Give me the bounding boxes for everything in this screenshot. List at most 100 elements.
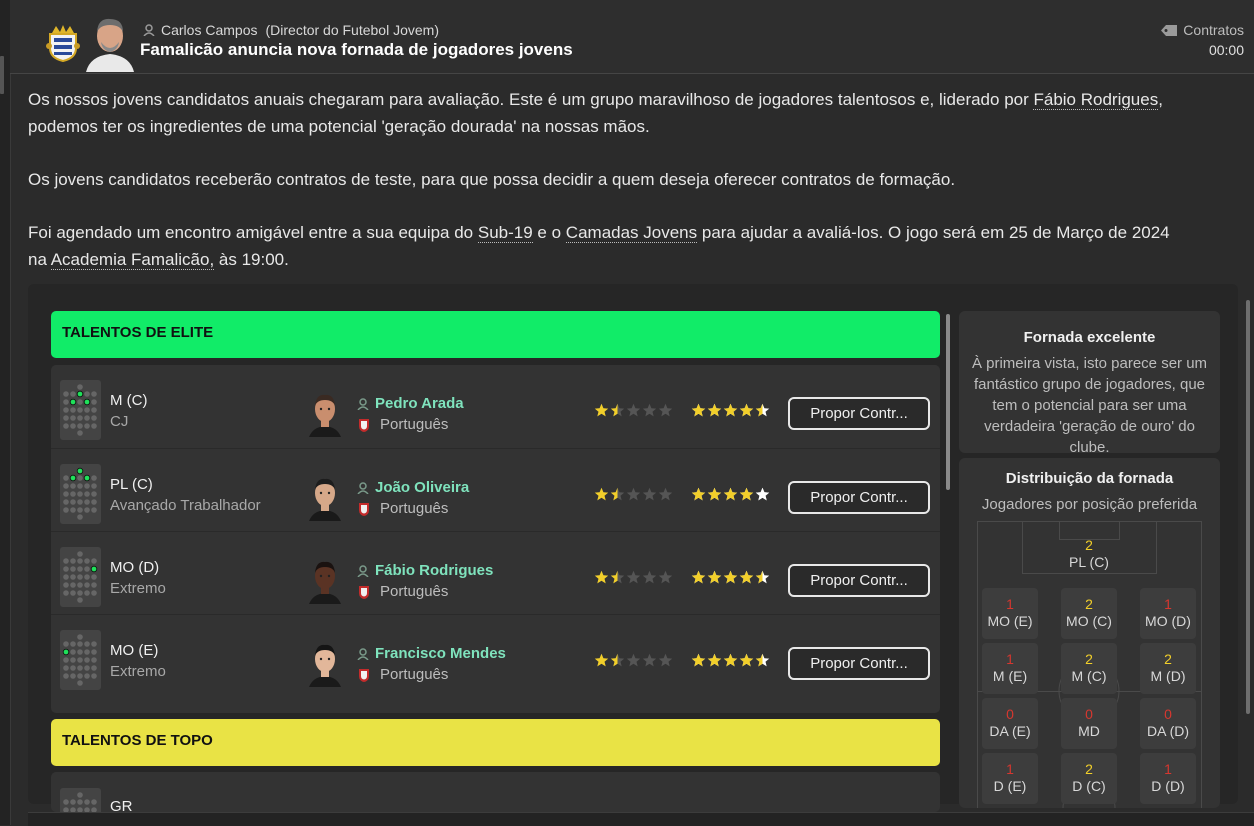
player-row[interactable]: PL (C) Avançado Trabalhador João Oliveir… (51, 448, 940, 532)
portugal-crest-icon (359, 418, 369, 432)
link-fabio-rodrigues[interactable]: Fábio Rodrigues (1033, 90, 1159, 110)
potential-ability-stars (691, 570, 770, 588)
link-sub19[interactable]: Sub-19 (477, 223, 533, 243)
star-icon (594, 403, 609, 417)
star-icon (691, 487, 706, 501)
position-cell[interactable]: 1M (E) (982, 643, 1038, 694)
position-cell[interactable]: 2M (C) (1061, 643, 1117, 694)
potential-ability-stars (691, 653, 770, 671)
position-cell[interactable]: 1D (D) (1140, 753, 1196, 804)
player-name: Fábio Rodrigues (375, 562, 494, 579)
player-position: MO (D) (110, 559, 160, 576)
distribution-subtitle: Jogadores por posição preferida (981, 496, 1198, 513)
player-role: Extremo (110, 580, 166, 597)
position-cell[interactable]: 2 MO (C) (1061, 588, 1117, 639)
player-name: Francisco Mendes (375, 645, 506, 662)
player-position: PL (C) (110, 476, 153, 493)
player-name-link[interactable]: Francisco Mendes (357, 645, 506, 662)
distribution-card: Distribuição da fornada Jogadores por po… (959, 458, 1220, 808)
player-row-partial[interactable]: GR (51, 772, 940, 812)
star-icon (707, 570, 722, 584)
category-tag[interactable]: Contratos (1161, 22, 1244, 38)
star-icon (626, 653, 641, 667)
position-cell[interactable]: 1 MO (D) (1140, 588, 1196, 639)
player-name-link[interactable]: Fábio Rodrigues (357, 562, 493, 579)
star-icon (642, 403, 657, 417)
star-icon (642, 653, 657, 667)
current-ability-stars (594, 653, 673, 671)
message-body: Os nossos jovens candidatos anuais chega… (28, 86, 1228, 299)
player-position: GR (110, 798, 133, 812)
potential-ability-stars (691, 487, 770, 505)
star-icon (610, 403, 625, 417)
star-icon (594, 487, 609, 501)
star-icon (723, 653, 738, 667)
position-cell[interactable]: 1 MO (E) (982, 588, 1038, 639)
portugal-crest-icon (359, 585, 369, 599)
offer-contract-button[interactable]: Propor Contr... (788, 481, 930, 514)
bottom-bar (28, 812, 1254, 826)
summary-text: À primeira vista, isto parece ser um fan… (971, 355, 1208, 453)
position-cell[interactable]: 2M (D) (1140, 643, 1196, 694)
star-icon (739, 487, 754, 501)
player-row[interactable]: MO (E) Extremo Francisco Mendes Portuguê… (51, 614, 940, 698)
star-icon (691, 570, 706, 584)
offer-contract-button[interactable]: Propor Contr... (788, 647, 930, 680)
player-row[interactable]: MO (D) Extremo Fábio Rodrigues Português… (51, 531, 940, 615)
player-nationality: Português (358, 500, 448, 517)
player-face (309, 478, 341, 521)
section-elite-header: TALENTOS DE ELITE (51, 311, 940, 358)
star-icon (723, 403, 738, 417)
distribution-title: Distribuição da fornada (1005, 470, 1174, 487)
list-scrollbar[interactable] (946, 314, 950, 490)
sender-name[interactable]: Carlos Campos (161, 22, 257, 38)
position-cell[interactable]: 1D (E) (982, 753, 1038, 804)
star-icon (658, 653, 673, 667)
position-cell[interactable]: 2D (C) (1061, 753, 1117, 804)
position-pitch-icon (60, 630, 101, 690)
position-cell[interactable]: 0 MD (1061, 698, 1117, 749)
player-face (309, 394, 341, 437)
summary-card: Fornada excelente À primeira vista, isto… (959, 311, 1220, 453)
position-pitch-icon (60, 547, 101, 607)
position-pitch-icon (60, 380, 101, 440)
offer-contract-button[interactable]: Propor Contr... (788, 564, 930, 597)
player-row[interactable]: M (C) CJ Pedro Arada Português Propor Co… (51, 365, 940, 448)
star-icon (626, 570, 641, 584)
star-icon (658, 403, 673, 417)
player-face (309, 644, 341, 687)
star-icon (610, 570, 625, 584)
page-scrollbar[interactable] (1246, 300, 1250, 714)
offer-contract-button[interactable]: Propor Contr... (788, 397, 930, 430)
link-academia[interactable]: Academia Famalicão, (50, 250, 215, 270)
star-icon (642, 570, 657, 584)
star-icon (626, 487, 641, 501)
sender-line: Carlos Campos (Director do Futebol Jovem… (143, 22, 439, 38)
player-role: CJ (110, 413, 129, 430)
player-list: M (C) CJ Pedro Arada Português Propor Co… (51, 365, 940, 713)
sender-avatar (86, 18, 134, 72)
star-icon (723, 487, 738, 501)
person-icon (357, 397, 369, 410)
message-subject: Famalicão anuncia nova fornada de jogado… (140, 40, 573, 59)
person-icon (143, 24, 155, 36)
paragraph-3: Foi agendado um encontro amigável entre … (28, 223, 1170, 270)
position-cell[interactable]: 0 DA (E) (982, 698, 1038, 749)
position-cell[interactable]: 0 DA (D) (1140, 698, 1196, 749)
left-handle[interactable] (0, 56, 4, 94)
player-role: Extremo (110, 663, 166, 680)
star-icon (658, 570, 673, 584)
current-ability-stars (594, 570, 673, 588)
portugal-crest-icon (359, 668, 369, 682)
portugal-crest-icon (359, 502, 369, 516)
player-name-link[interactable]: Pedro Arada (357, 395, 464, 412)
star-icon (610, 487, 625, 501)
position-cell[interactable]: 2 PL (C) (1061, 529, 1117, 580)
player-name-link[interactable]: João Oliveira (357, 479, 469, 496)
star-icon (626, 403, 641, 417)
star-icon (723, 570, 738, 584)
player-nationality: Português (358, 583, 448, 600)
position-pitch-icon (60, 464, 101, 524)
link-camadas-jovens[interactable]: Camadas Jovens (565, 223, 698, 243)
message-header: Carlos Campos (Director do Futebol Jovem… (10, 0, 1254, 74)
